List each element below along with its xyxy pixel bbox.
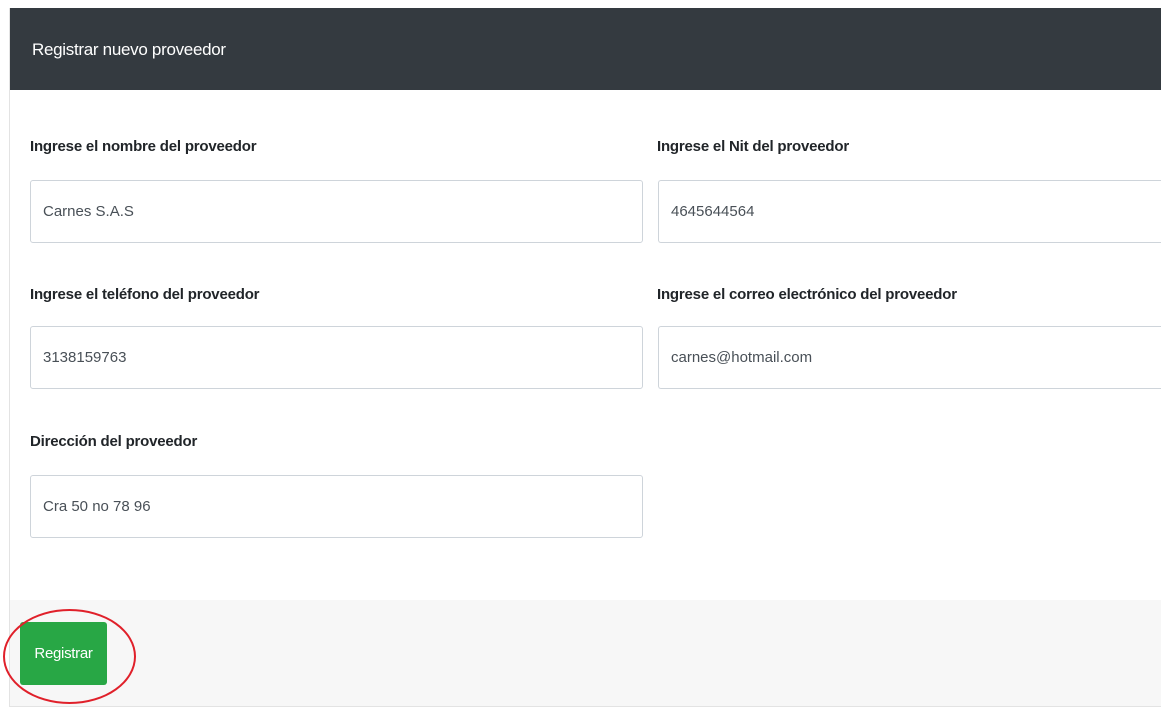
supplier-phone-input[interactable] bbox=[30, 326, 643, 389]
supplier-name-input[interactable] bbox=[30, 180, 643, 243]
supplier-nit-label: Ingrese el Nit del proveedor bbox=[657, 138, 849, 155]
supplier-phone-label: Ingrese el teléfono del proveedor bbox=[30, 286, 260, 303]
supplier-nit-input[interactable] bbox=[658, 180, 1161, 243]
supplier-address-label: Dirección del proveedor bbox=[30, 433, 198, 450]
card-header: Registrar nuevo proveedor bbox=[10, 8, 1161, 90]
supplier-name-label: Ingrese el nombre del proveedor bbox=[30, 138, 257, 155]
supplier-email-label: Ingrese el correo electrónico del provee… bbox=[657, 286, 957, 303]
supplier-address-input[interactable] bbox=[30, 475, 643, 538]
register-supplier-card: Registrar nuevo proveedor Ingrese el nom… bbox=[9, 8, 1161, 707]
card-footer bbox=[10, 600, 1161, 706]
page-title: Registrar nuevo proveedor bbox=[32, 40, 226, 59]
register-button[interactable]: Registrar bbox=[20, 622, 107, 685]
supplier-email-input[interactable] bbox=[658, 326, 1161, 389]
